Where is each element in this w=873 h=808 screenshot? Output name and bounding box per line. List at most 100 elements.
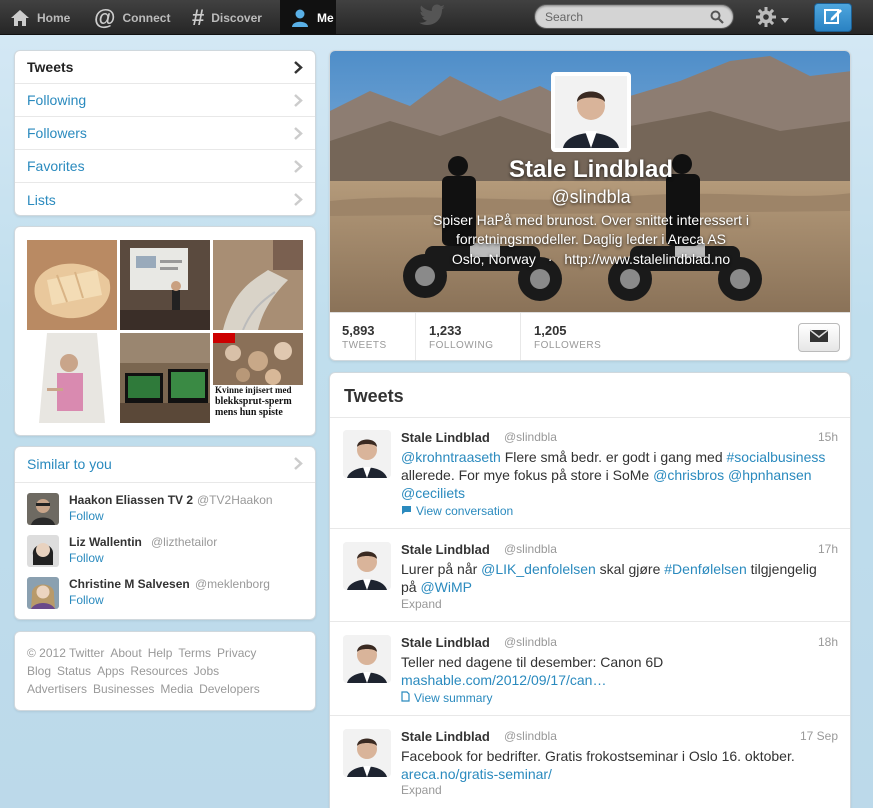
stat-tweets[interactable]: 5,893 TWEETS [330,313,416,360]
search-icon[interactable] [710,10,724,27]
profile-location: Oslo, Norway [451,251,536,267]
url-link[interactable]: mashable.com/2012/09/17/can… [401,672,606,688]
footer-link[interactable]: Privacy [217,646,256,660]
footer-link[interactable]: Apps [97,664,124,678]
avatar[interactable] [343,542,391,590]
mention-link[interactable]: @WiMP [420,579,472,595]
photo-thumbnail[interactable] [120,333,210,423]
photo-thumbnail[interactable] [120,240,210,330]
tweet-item[interactable]: Stale Lindblad @slindbla 18h Teller ned … [330,623,850,716]
tweet-item[interactable]: Stale Lindblad @slindbla 17h Lurer på nå… [330,530,850,622]
tweet-timestamp[interactable]: 17h [818,542,838,556]
footer-link[interactable]: Terms [178,646,211,660]
stat-following[interactable]: 1,233 FOLLOWING [417,313,521,360]
tweet-text: Lurer på når @LIK_denfolelsen skal gjøre… [401,560,841,596]
divider [15,482,315,483]
twitter-bird-logo [418,4,446,31]
footer-link[interactable]: Help [148,646,173,660]
sidenav-item-label: Favorites [27,158,85,174]
avatar[interactable] [27,493,59,525]
sidenav-item-followers[interactable]: Followers [15,117,315,150]
nav-me[interactable]: Me [280,0,336,35]
view-conversation-link[interactable]: View conversation [401,504,513,518]
footer-link[interactable]: Blog [27,664,51,678]
footer-link[interactable]: About [110,646,141,660]
footer-link[interactable]: Advertisers [27,682,87,696]
sidenav-item-following[interactable]: Following [15,84,315,117]
chevron-right-icon [294,94,303,110]
profile-website-link[interactable]: http://www.stalelindblad.no [564,251,730,267]
tweet-timestamp[interactable]: 17 Sep [800,729,838,743]
suggested-user-name[interactable]: Liz Wallentin [69,535,142,549]
tweet-author-name[interactable]: Stale Lindblad [401,729,490,744]
mention-link[interactable]: @chrisbros [653,467,724,483]
photo-thumbnail[interactable]: Kvinne injisert med blekksprut-sperm men… [213,333,303,423]
nav-home[interactable]: Home [10,0,86,35]
sidenav-item-lists[interactable]: Lists [15,183,315,215]
follow-link[interactable]: Follow [69,593,104,607]
photo-thumbnail[interactable] [27,333,117,423]
photo-caption-line: Kvinne injisert med [215,385,292,395]
follow-link[interactable]: Follow [69,551,104,565]
footer-link[interactable]: Developers [199,682,260,696]
tweet-timestamp[interactable]: 15h [818,430,838,444]
footer-line: Blog Status Apps Resources Jobs [27,664,225,678]
tweet-author-name[interactable]: Stale Lindblad [401,635,490,650]
hashtag-link[interactable]: #socialbusiness [727,449,826,465]
profile-location-line: Oslo, Norway · http://www.stalelindblad.… [330,251,850,267]
avatar[interactable] [27,577,59,609]
suggested-user-name[interactable]: Christine M Salvesen [69,577,190,591]
sidenav-item-label: Followers [27,125,87,141]
avatar[interactable] [343,430,391,478]
suggested-user: Haakon Eliassen TV 2 @TV2Haakon Follow [27,493,307,529]
mention-link[interactable]: @krohntraaseth [401,449,501,465]
expand-link[interactable]: Expand [401,597,442,611]
photo-thumbnail[interactable] [27,240,117,330]
tweet-author-handle: @slindbla [504,430,557,444]
tweet-text-segment: skal gjøre [595,561,665,577]
sidenav-item-tweets[interactable]: Tweets [15,51,315,84]
nav-connect[interactable]: @ Connect [94,0,178,35]
stat-label: FOLLOWING [429,340,494,351]
settings-menu[interactable] [755,6,789,31]
mention-link[interactable]: @LIK_denfolelsen [481,561,596,577]
stat-followers[interactable]: 1,205 FOLLOWERS [522,313,632,360]
avatar[interactable] [343,635,391,683]
url-link[interactable]: areca.no/gratis-seminar/ [401,766,552,782]
expand-link[interactable]: Expand [401,783,442,797]
similar-title[interactable]: Similar to you [27,456,112,472]
profile-avatar[interactable] [551,72,631,152]
avatar[interactable] [27,535,59,567]
tweet-item[interactable]: Stale Lindblad @slindbla 15h @krohntraas… [330,418,850,529]
mention-link[interactable]: @hpnhansen [728,467,812,483]
suggested-user-name[interactable]: Haakon Eliassen TV 2 [69,493,193,507]
footer-link[interactable]: Media [160,682,193,696]
hashtag-link[interactable]: #Denfølelsen [664,561,747,577]
footer-link[interactable]: Businesses [93,682,154,696]
tweet-item[interactable]: Stale Lindblad @slindbla 17 Sep Facebook… [330,717,850,808]
direct-message-button[interactable] [798,323,840,352]
view-summary-link[interactable]: View summary [401,691,492,705]
sidenav-item-label: Lists [27,191,56,208]
tweet-author-name[interactable]: Stale Lindblad [401,542,490,557]
footer-link[interactable]: Jobs [194,664,219,678]
compose-tweet-button[interactable] [814,3,852,32]
avatar[interactable] [343,729,391,777]
tweet-author-name[interactable]: Stale Lindblad [401,430,490,445]
view-summary-label: View summary [414,691,493,705]
person-icon [290,8,310,28]
search-input[interactable] [545,9,705,25]
sidenav-item-favorites[interactable]: Favorites [15,150,315,183]
photo-thumbnail[interactable] [213,240,303,330]
chevron-down-icon [781,11,789,27]
footer-link[interactable]: Status [57,664,91,678]
tweets-title: Tweets [344,386,404,406]
stat-label: FOLLOWERS [534,340,602,351]
tweet-timestamp[interactable]: 18h [818,635,838,649]
profile-stats: 5,893 TWEETS 1,233 FOLLOWING 1,205 FOLLO… [330,312,850,360]
nav-discover[interactable]: # Discover [192,0,276,35]
follow-link[interactable]: Follow [69,509,104,523]
footer-link[interactable]: Resources [130,664,187,678]
mention-link[interactable]: @ceciliets [401,485,465,501]
stat-value: 5,893 [342,323,375,338]
